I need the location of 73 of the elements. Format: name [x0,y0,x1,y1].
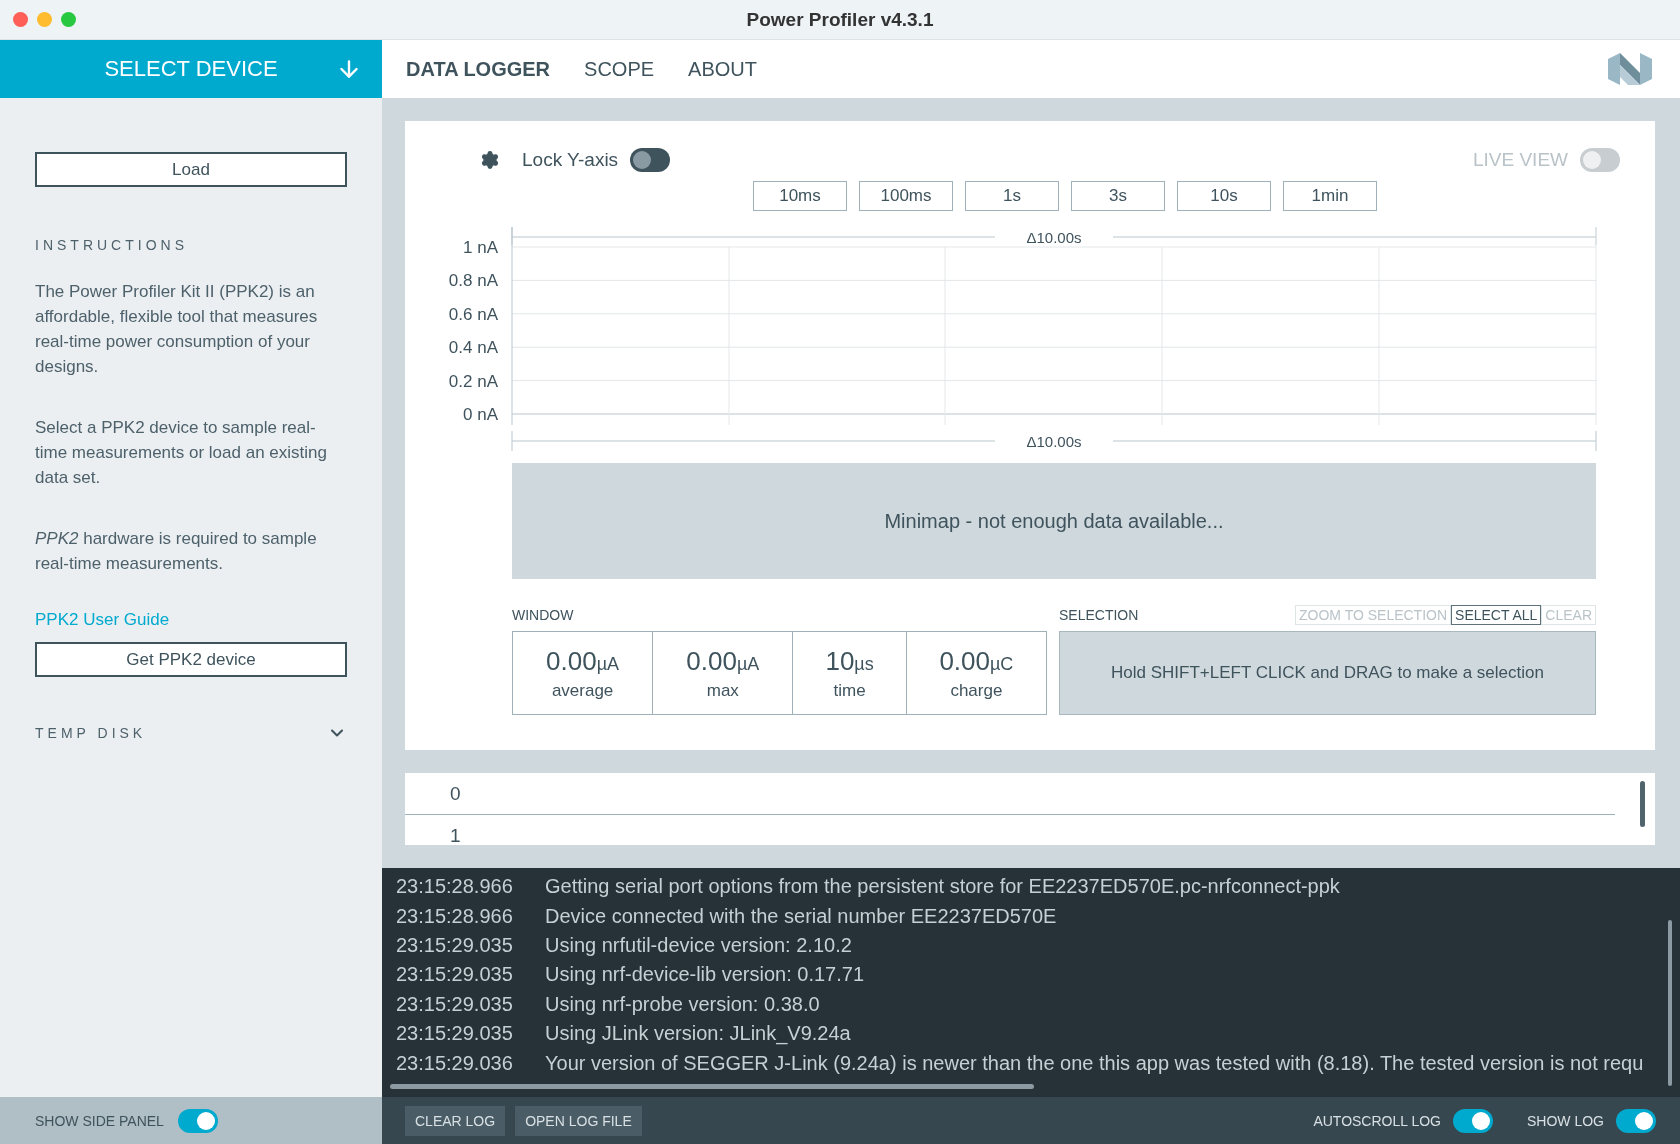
time-range-button[interactable]: 1min [1283,181,1377,211]
scrollbar[interactable] [1668,920,1672,1086]
load-button[interactable]: Load [35,152,347,187]
log-message: Using JLink version: JLink_V9.24a [545,1022,851,1046]
y-axis-label: 1 nA [463,238,498,257]
channel-label: 0 [450,782,461,805]
stat-label: time [833,680,866,701]
y-axis-label: 0.8 nA [448,271,498,291]
scrollbar[interactable] [390,1084,1034,1089]
log-time: 23:15:28.966 [396,904,513,927]
instructions-text: PPK2 hardware is required to sample real-time measurements. [35,528,318,575]
time-range-button[interactable]: 10ms [753,181,847,211]
time-range-button[interactable]: 1s [965,181,1059,211]
log-message: Using nrf-probe version: 0.38.0 [545,992,820,1016]
instructions-text: Select a PPK2 device to sample real-time measurements or load an existing data set. [35,417,328,489]
toggle-label: SHOW SIDE PANEL [35,1112,164,1129]
section-heading: SELECTION [1059,607,1139,623]
toggle-label: Lock Y-axis [522,149,619,171]
toggle-switch[interactable] [177,1108,218,1133]
y-axis-label: 0.6 nA [448,304,498,324]
logo-icon [1608,51,1652,87]
zoom-button[interactable] [61,12,76,27]
stat-label: charge [950,680,1003,701]
time-range-button[interactable]: 3s [1071,181,1165,211]
stat-label: average [551,680,614,701]
log-time: 23:15:29.036 [396,1051,513,1074]
log-button[interactable]: OPEN LOG FILE [515,1105,642,1136]
get-device-button[interactable]: Get PPK2 device [35,642,347,677]
stat-value: 10µs [825,645,874,677]
settings-icon[interactable] [480,150,500,170]
channel-label: 1 [450,825,461,845]
log-button[interactable]: CLEAR LOG [405,1105,506,1136]
log-time: 23:15:29.035 [396,992,513,1015]
toggle-label: SHOW LOG [1527,1112,1604,1129]
log-time: 23:15:28.966 [396,875,513,898]
log-message: Getting serial port options from the persistent store for EE2237ED570E.pc-nrfconnect-ppk [545,875,1340,899]
stat-value: 0.00µC [939,645,1014,677]
log-time: 23:15:29.035 [396,1022,513,1045]
toggle-switch[interactable] [1616,1108,1656,1133]
time-range-button[interactable]: 100ms [859,181,953,211]
log-message: Using nrf-device-lib version: 0.17.71 [545,963,865,987]
tab[interactable]: ABOUT [688,53,757,85]
window-title: Power Profiler v4.3.1 [746,8,934,31]
y-axis-label: 0.2 nA [448,371,498,391]
y-axis-label: 0.4 nA [448,338,498,358]
span-label: Δ10.00s [1026,229,1082,246]
span-label: Δ10.00s [1026,433,1082,450]
stat-value: 0.00µA [686,645,760,677]
section-heading: WINDOW [512,607,574,623]
close-button[interactable] [13,12,28,27]
section-heading: TEMP DISK [35,725,147,741]
log-time: 23:15:29.035 [396,963,513,986]
instructions-text: The Power Profiler Kit II (PPK2) is an affordable, flexible tool that measures real-time power consumption of your designs. [35,281,319,378]
log-message: Device connected with the serial number EE2237ED570E [545,904,1057,928]
tab[interactable]: DATA LOGGER [406,53,551,85]
selection-hint: Hold SHIFT+LEFT CLICK and DRAG to make a selection [1059,631,1596,715]
toggle-switch[interactable] [1453,1108,1493,1133]
section-heading: INSTRUCTIONS [35,237,189,253]
tab[interactable]: SCOPE [584,53,655,85]
minimize-button[interactable] [37,12,52,27]
scrollbar[interactable] [1640,781,1645,827]
stat-value: 0.00µA [546,645,620,677]
toggle-label: AUTOSCROLL LOG [1313,1112,1441,1129]
time-range-button[interactable]: 10s [1177,181,1271,211]
log-time: 23:15:29.035 [396,933,513,956]
toggle-label: LIVE VIEW [1472,149,1568,171]
toggle-switch[interactable] [630,148,671,172]
minimap-panel: Minimap - not enough data available... [512,463,1596,579]
log-message: Using nrfutil-device version: 2.10.2 [545,933,852,957]
selection-button[interactable]: SELECT ALL [1451,605,1542,625]
stat-label: max [706,680,739,701]
y-axis-label: 0 nA [463,405,498,424]
log-message: Your version of SEGGER J-Link (9.24a) is newer than the one this app was tested with (8.18). The tested version is not requ [545,1051,1644,1075]
